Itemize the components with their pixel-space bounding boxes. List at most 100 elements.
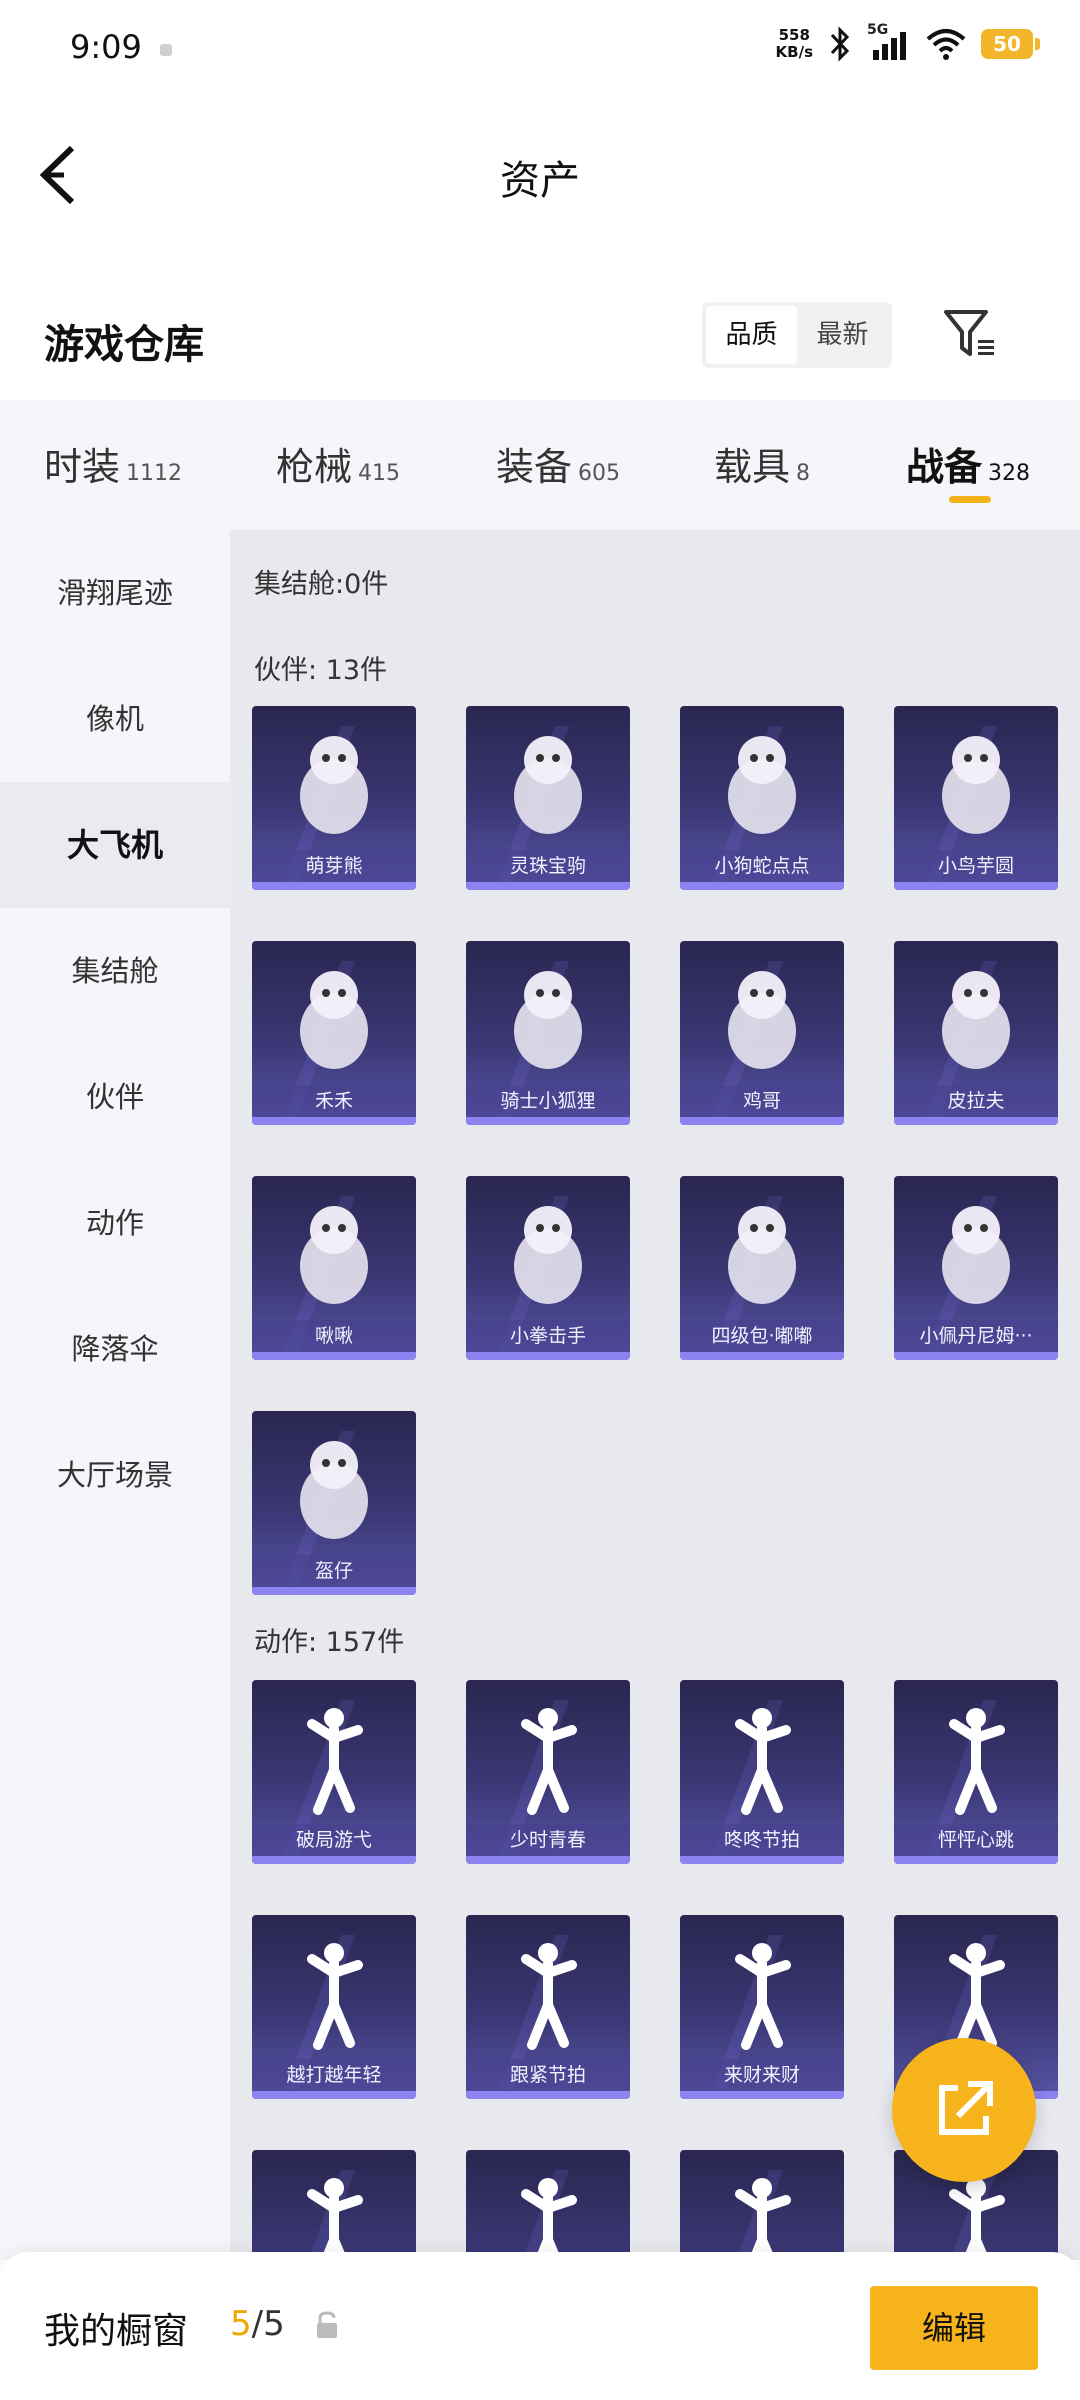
- card-rarity-bar: [252, 1352, 416, 1360]
- warehouse-title: 游戏仓库: [44, 322, 204, 368]
- battery-icon: 50: [981, 29, 1040, 59]
- action-pose-image: [284, 2170, 384, 2260]
- action-pose-image: [284, 1700, 384, 1818]
- partner-card-name: 灵珠宝驹: [466, 850, 630, 882]
- partner-card-name: 萌芽熊: [252, 850, 416, 882]
- partner-card[interactable]: 鸡哥: [680, 941, 844, 1125]
- network-speed: 558 KB/s: [776, 27, 813, 61]
- tab-equipment[interactable]: 装备 605: [496, 436, 620, 491]
- partner-card-name: 骑士小狐狸: [466, 1085, 630, 1117]
- partner-figure-image: [926, 961, 1026, 1079]
- action-card[interactable]: 破局游弋: [252, 1680, 416, 1864]
- partner-figure-image: [498, 1196, 598, 1314]
- tab-count: 605: [578, 461, 621, 486]
- tab-fashion[interactable]: 时装 1112: [44, 436, 182, 491]
- partner-card[interactable]: 小狗蛇点点: [680, 706, 844, 890]
- action-card-name: 越打越年轻: [252, 2059, 416, 2091]
- action-pose-image: [926, 2170, 1026, 2260]
- action-card[interactable]: 少时青春: [466, 1680, 630, 1864]
- card-rarity-bar: [894, 1117, 1058, 1125]
- action-card[interactable]: 咚咚节拍: [680, 1680, 844, 1864]
- card-rarity-bar: [466, 1856, 630, 1864]
- card-rarity-bar: [252, 1587, 416, 1595]
- section-label-partner: 伙伴: 13件: [254, 655, 388, 686]
- tab-name: 时装: [44, 445, 121, 489]
- sidebar-item-action[interactable]: 动作: [0, 1160, 230, 1286]
- action-card[interactable]: 跟紧节拍: [466, 1915, 630, 2099]
- action-pose-image: [498, 2170, 598, 2260]
- sidebar-item-lobby-scene[interactable]: 大厅场景: [0, 1412, 230, 1538]
- partner-card-name: 四级包·嘟嘟: [680, 1320, 844, 1352]
- notification-dot-icon: [160, 44, 172, 56]
- filter-icon: [944, 310, 994, 356]
- card-rarity-bar: [252, 1856, 416, 1864]
- tab-battle-prep[interactable]: 战备 328: [906, 436, 1030, 491]
- tab-count: 8: [796, 461, 811, 486]
- partner-card[interactable]: 小佩丹尼姆···: [894, 1176, 1058, 1360]
- card-rarity-bar: [680, 1117, 844, 1125]
- tab-firearms[interactable]: 枪械 415: [276, 436, 400, 491]
- showcase-count-current: 5: [230, 2304, 252, 2344]
- partner-card-name: 小鸟芋圆: [894, 850, 1058, 882]
- action-card[interactable]: [466, 2150, 630, 2260]
- card-rarity-bar: [680, 1856, 844, 1864]
- partner-card[interactable]: 萌芽熊: [252, 706, 416, 890]
- action-card[interactable]: 怦怦心跳: [894, 1680, 1058, 1864]
- partner-card[interactable]: 小拳击手: [466, 1176, 630, 1360]
- sort-toggle: 品质 最新: [702, 302, 892, 368]
- action-card[interactable]: [252, 2150, 416, 2260]
- sort-quality-button[interactable]: 品质: [706, 306, 797, 364]
- action-card[interactable]: 来财来财: [680, 1915, 844, 2099]
- sidebar-item-partner[interactable]: 伙伴: [0, 1034, 230, 1160]
- card-rarity-bar: [252, 2091, 416, 2099]
- partner-card-name: 盔仔: [252, 1555, 416, 1587]
- action-card[interactable]: 越打越年轻: [252, 1915, 416, 2099]
- action-pose-image: [712, 1700, 812, 1818]
- sort-newest-button[interactable]: 最新: [797, 306, 888, 364]
- partner-card[interactable]: 禾禾: [252, 941, 416, 1125]
- action-card[interactable]: [680, 2150, 844, 2260]
- partner-figure-image: [284, 961, 384, 1079]
- partner-card[interactable]: 骑士小狐狸: [466, 941, 630, 1125]
- partner-card[interactable]: 灵珠宝驹: [466, 706, 630, 890]
- lock-icon: [317, 2311, 337, 2338]
- cellular-signal-icon: 5G: [867, 22, 911, 62]
- partner-card[interactable]: 小鸟芋圆: [894, 706, 1058, 890]
- partner-card-name: 皮拉夫: [894, 1085, 1058, 1117]
- sidebar-item-glide-trail[interactable]: 滑翔尾迹: [0, 530, 230, 656]
- partner-card-name: 啾啾: [252, 1320, 416, 1352]
- partner-card[interactable]: 皮拉夫: [894, 941, 1058, 1125]
- sidebar-item-rally-pod[interactable]: 集结舱: [0, 908, 230, 1034]
- partner-card[interactable]: 啾啾: [252, 1176, 416, 1360]
- partner-card[interactable]: 四级包·嘟嘟: [680, 1176, 844, 1360]
- partner-figure-image: [712, 1196, 812, 1314]
- partner-card[interactable]: 盔仔: [252, 1411, 416, 1595]
- card-rarity-bar: [680, 2091, 844, 2099]
- showcase-count: 5/5: [230, 2304, 285, 2344]
- action-card-name: 少时青春: [466, 1824, 630, 1856]
- tab-count: 1112: [126, 461, 183, 486]
- active-tab-indicator: [949, 496, 991, 503]
- battery-level: 50: [981, 29, 1033, 59]
- action-pose-image: [712, 2170, 812, 2260]
- sidebar-item-camera[interactable]: 像机: [0, 656, 230, 782]
- bottom-bar: 我的橱窗 5/5 编辑: [0, 2252, 1080, 2400]
- partner-figure-image: [712, 961, 812, 1079]
- showcase-count-total: /5: [251, 2304, 285, 2344]
- sidebar-item-airplane[interactable]: 大飞机: [0, 782, 230, 908]
- bluetooth-icon: [830, 26, 850, 62]
- partner-figure-image: [284, 726, 384, 844]
- tab-vehicles[interactable]: 载具 8: [714, 436, 810, 491]
- partner-card-name: 禾禾: [252, 1085, 416, 1117]
- showcase-label: 我的橱窗: [44, 2311, 189, 2352]
- sidebar: 滑翔尾迹 像机 大飞机 集结舱 伙伴 动作 降落伞 大厅场景: [0, 530, 230, 2260]
- network-speed-value: 558: [778, 26, 810, 44]
- wifi-icon: [926, 29, 966, 60]
- action-pose-image: [498, 1935, 598, 2053]
- partner-figure-image: [926, 726, 1026, 844]
- partner-figure-image: [712, 726, 812, 844]
- edit-button[interactable]: 编辑: [870, 2286, 1038, 2370]
- share-button[interactable]: [892, 2038, 1036, 2182]
- sidebar-item-parachute[interactable]: 降落伞: [0, 1286, 230, 1412]
- filter-button[interactable]: [940, 304, 1000, 364]
